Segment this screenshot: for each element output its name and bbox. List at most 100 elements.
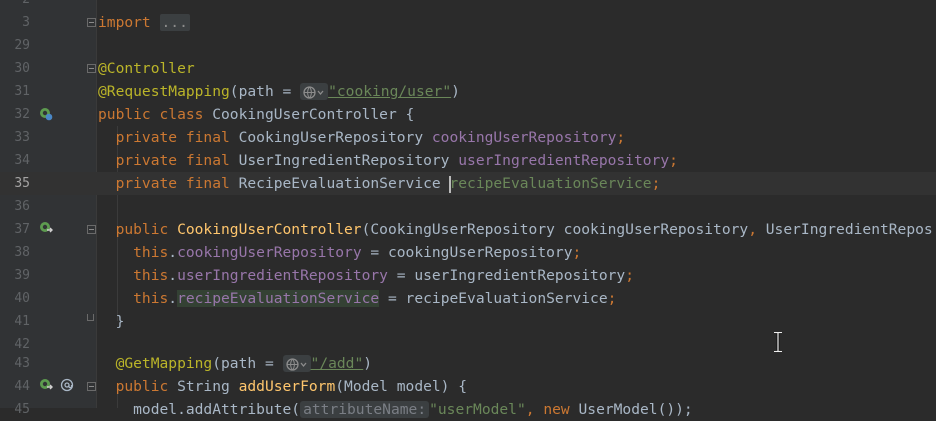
code-line: 3 import ... bbox=[0, 11, 936, 34]
comma: , bbox=[525, 401, 544, 418]
keyword: public class bbox=[98, 106, 213, 123]
fold-collapse-icon[interactable] bbox=[87, 64, 96, 73]
code-line: 32 public class CookingUserController { bbox=[0, 103, 936, 126]
code-line: 2 bbox=[0, 0, 936, 11]
code-text[interactable]: public CookingUserController(CookingUser… bbox=[98, 218, 933, 241]
method-name: addUserForm bbox=[238, 378, 336, 395]
code-line: 40 this.recipeEvaluationService = recipe… bbox=[0, 287, 936, 310]
code-token: model.addAttribute( bbox=[98, 401, 301, 418]
line-number: 2 bbox=[0, 0, 30, 11]
keyword: private final bbox=[98, 175, 239, 192]
field-name: cookingUserRepository bbox=[177, 244, 362, 261]
semicolon: ; bbox=[572, 244, 582, 261]
fold-end-icon[interactable] bbox=[87, 314, 94, 321]
spring-bean-navigate-icon[interactable] bbox=[39, 221, 53, 235]
type-name: String bbox=[177, 378, 239, 395]
fold-collapse-icon[interactable] bbox=[87, 225, 96, 234]
web-mapping-icon[interactable] bbox=[60, 378, 74, 392]
url-globe-icon bbox=[285, 357, 307, 371]
code-line: 34 private final UserIngredientRepositor… bbox=[0, 149, 936, 172]
code-token: . bbox=[168, 267, 178, 284]
code-text[interactable]: this.recipeEvaluationService = recipeEva… bbox=[98, 287, 616, 310]
semicolon: ; bbox=[616, 129, 626, 146]
code-text[interactable]: private final UserIngredientRepository u… bbox=[98, 149, 678, 172]
url-string-link[interactable]: "/add" bbox=[311, 355, 364, 372]
field-name: cookingUserRepository bbox=[431, 129, 617, 146]
semicolon: ; bbox=[625, 267, 634, 284]
import-keyword: import bbox=[98, 14, 160, 31]
line-number: 44 bbox=[14, 379, 30, 394]
current-code-line: 35 private final RecipeEvaluationService… bbox=[0, 172, 936, 195]
fold-collapse-icon[interactable] bbox=[87, 18, 96, 27]
spring-bean-icon[interactable] bbox=[39, 107, 53, 121]
string-literal: "userModel" bbox=[429, 401, 526, 418]
code-text[interactable]: @Controller bbox=[98, 57, 195, 80]
code-token: UserIngredientRepos bbox=[765, 221, 933, 238]
line-number: 43 bbox=[14, 356, 30, 371]
type-name: CookingUserRepository bbox=[238, 129, 432, 146]
annotation: @RequestMapping bbox=[98, 83, 230, 100]
semicolon: ; bbox=[669, 152, 678, 169]
code-text[interactable]: private final RecipeEvaluationService re… bbox=[98, 172, 660, 195]
line-number: 33 bbox=[14, 130, 30, 145]
code-line: 30 @Controller bbox=[0, 57, 936, 80]
code-text[interactable]: this.userIngredientRepository = userIngr… bbox=[98, 264, 634, 287]
line-number: 38 bbox=[14, 245, 30, 260]
code-line: 41 } bbox=[0, 310, 936, 333]
code-text[interactable]: model.addAttribute(attributeName: "userMo… bbox=[98, 398, 693, 421]
comma: , bbox=[748, 221, 766, 238]
code-token: . bbox=[168, 290, 178, 307]
code-text[interactable]: @RequestMapping(path = "cooking/user") bbox=[98, 80, 460, 103]
constructor-name: CookingUserController bbox=[177, 221, 362, 238]
type-name: RecipeEvaluationService bbox=[238, 175, 450, 192]
url-string-link[interactable]: "cooking/user" bbox=[328, 83, 451, 100]
code-line: 37 public CookingUserController(CookingU… bbox=[0, 218, 936, 241]
code-text[interactable]: private final CookingUserRepository cook… bbox=[98, 126, 626, 149]
url-globe-hint[interactable] bbox=[300, 83, 329, 100]
code-line: 36 bbox=[0, 195, 936, 218]
code-token: (Model model) { bbox=[335, 378, 468, 395]
code-text[interactable]: public String addUserForm(Model model) { bbox=[98, 375, 467, 398]
code-token: = userIngredientRepository bbox=[387, 267, 626, 284]
code-token: (path = bbox=[212, 355, 283, 372]
code-text[interactable]: public class CookingUserController { bbox=[98, 103, 414, 126]
field-name: recipeEvaluationService bbox=[449, 175, 652, 192]
keyword: public bbox=[98, 378, 178, 395]
code-text[interactable]: @GetMapping(path = "/add") bbox=[98, 352, 372, 375]
code-text[interactable]: this.cookingUserRepository = cookingUser… bbox=[98, 241, 581, 264]
keyword: this bbox=[98, 244, 169, 261]
parameter-hint: attributeName: bbox=[300, 401, 430, 418]
class-name: CookingUserController bbox=[212, 106, 397, 123]
keyword: private final bbox=[98, 129, 239, 146]
annotation: @Controller bbox=[98, 60, 195, 77]
field-name: userIngredientRepository bbox=[458, 152, 670, 169]
keyword: this bbox=[98, 290, 169, 307]
code-token: = recipeEvaluationService bbox=[379, 290, 608, 307]
line-number: 34 bbox=[14, 153, 30, 168]
code-line: 43 @GetMapping(path = "/add") bbox=[0, 352, 936, 375]
keyword: new bbox=[543, 401, 579, 418]
line-number: 35 bbox=[14, 176, 30, 191]
line-number: 37 bbox=[14, 222, 30, 237]
line-number: 31 bbox=[14, 84, 30, 99]
code-line: 44 public String addUserForm(Model model… bbox=[0, 375, 936, 398]
spring-bean-navigate-icon[interactable] bbox=[39, 378, 53, 392]
line-number: 39 bbox=[14, 268, 30, 283]
annotation: @GetMapping bbox=[98, 355, 213, 372]
url-globe-hint[interactable] bbox=[282, 355, 311, 372]
line-number: 40 bbox=[14, 291, 30, 306]
code-line: 39 this.userIngredientRepository = userI… bbox=[0, 264, 936, 287]
line-number: 41 bbox=[14, 314, 30, 329]
code-token: UserModel()); bbox=[578, 401, 693, 418]
code-text[interactable]: import ... bbox=[98, 11, 190, 34]
code-line: 38 this.cookingUserRepository = cookingU… bbox=[0, 241, 936, 264]
type-name: UserIngredientRepository bbox=[238, 152, 459, 169]
code-text[interactable]: } bbox=[98, 310, 125, 333]
code-token: ) bbox=[363, 355, 373, 372]
folded-imports[interactable]: ... bbox=[159, 14, 190, 31]
code-line: 29 bbox=[0, 34, 936, 57]
line-number: 3 bbox=[22, 15, 30, 30]
code-token: . bbox=[168, 244, 178, 261]
field-name: userIngredientRepository bbox=[177, 267, 388, 284]
code-line: 45 model.addAttribute(attributeName: "use… bbox=[0, 398, 936, 421]
